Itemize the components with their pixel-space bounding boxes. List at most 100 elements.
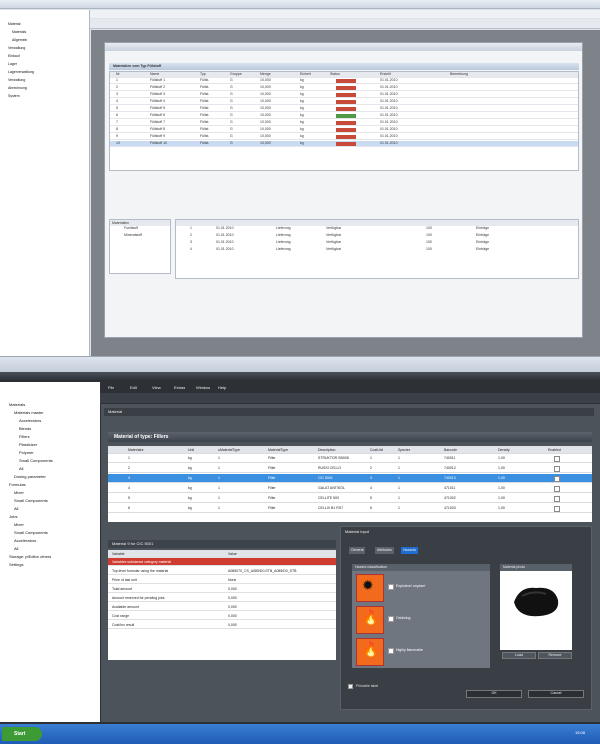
table-row[interactable]: 8 Füllstoff 8 Füllst. G 10,000 kg 01.01.2010 bbox=[110, 127, 578, 133]
tree-item[interactable]: Jobs bbox=[9, 514, 17, 519]
ok-button[interactable]: OK bbox=[466, 690, 522, 698]
tree-item[interactable]: Verwaltung bbox=[8, 46, 25, 50]
grid-column-header[interactable]: uMaterialType bbox=[218, 448, 240, 452]
cancel-button[interactable]: Cancel bbox=[528, 690, 584, 698]
property-row[interactable]: Cost range 0,000 bbox=[108, 612, 336, 620]
menu-item[interactable]: View bbox=[152, 385, 161, 390]
tree-item[interactable]: Materials master bbox=[14, 410, 44, 415]
tree-item[interactable]: Lagerverwaltung bbox=[8, 70, 34, 74]
start-button[interactable]: Start bbox=[2, 727, 42, 741]
grid-column-header[interactable]: Name bbox=[150, 72, 159, 76]
table-row[interactable]: 4 01.01.2010 Lieferung Verfügbar 100 Einträge bbox=[176, 247, 578, 253]
tree-item[interactable]: Mixer bbox=[14, 522, 24, 527]
table-row[interactable]: 2 Füllstoff 2 Füllst. G 10,000 kg 01.01.2010 bbox=[110, 85, 578, 91]
tree-item[interactable]: All bbox=[14, 546, 18, 551]
grid-column-header[interactable]: Variable bbox=[112, 552, 125, 556]
property-row[interactable]: Variables substance category material bbox=[108, 558, 336, 566]
table-row[interactable]: 3 Füllstoff 3 Füllst. G 10,000 kg 01.01.2010 bbox=[110, 92, 578, 98]
tree-item[interactable]: Verwaltung bbox=[8, 78, 25, 82]
tree-item[interactable]: Materials bbox=[12, 30, 26, 34]
grid-column-header[interactable]: Materialnr. bbox=[128, 448, 144, 452]
table-row[interactable]: 1 01.01.2010 Lieferung Verfügbar 100 Einträge bbox=[176, 226, 578, 232]
list-item[interactable]: Mineralstoff bbox=[110, 233, 170, 239]
tree-item[interactable]: Storage: ptEditor others bbox=[9, 554, 51, 559]
table-row[interactable]: 10 Füllstoff 10 Füllst. G 10,000 kg 01.01.2010 bbox=[110, 141, 578, 147]
grid-column-header[interactable]: Density bbox=[498, 448, 510, 452]
property-row[interactable]: Price of last unit None bbox=[108, 576, 336, 584]
load-photo-button[interactable]: Load bbox=[502, 652, 536, 659]
tree-item[interactable]: Accelerators bbox=[14, 538, 36, 543]
grid-column-header[interactable]: Barcode bbox=[444, 448, 457, 452]
table-row[interactable]: 9 Füllstoff 9 Füllst. G 10,000 kg 01.01.2010 bbox=[110, 134, 578, 140]
grid-column-header[interactable]: Unit bbox=[188, 448, 194, 452]
tree-item[interactable]: Material bbox=[8, 22, 20, 26]
grid-column-header[interactable]: Species bbox=[398, 448, 410, 452]
tree-item[interactable]: Fillers bbox=[19, 434, 30, 439]
tree-item[interactable]: All bbox=[19, 466, 23, 471]
table-row[interactable]: 2 kg 1 Filler RUSSI CELLO 2 1 740012 1,00 bbox=[108, 464, 592, 473]
grid-column-header[interactable]: Typ bbox=[200, 72, 206, 76]
enabled-checkbox[interactable] bbox=[554, 456, 560, 462]
tree-item[interactable]: Lager bbox=[8, 62, 17, 66]
tree-item[interactable]: Dosing parameter bbox=[14, 474, 46, 479]
tree-item[interactable]: Polymer bbox=[19, 450, 34, 455]
table-row[interactable]: 4 kg 1 Filler GALAT ANTISOL 4 1 471011 1,00 bbox=[108, 484, 592, 493]
enabled-checkbox[interactable] bbox=[554, 496, 560, 502]
table-row[interactable]: 5 kg 1 Filler CELLITE 500 5 1 471002 1,00 bbox=[108, 494, 592, 503]
grid-column-header[interactable]: Erstellt bbox=[380, 72, 391, 76]
tree-item[interactable]: All bbox=[14, 506, 18, 511]
tree-item[interactable]: Abrechnung bbox=[8, 86, 27, 90]
list-item[interactable]: Fuellstoff bbox=[110, 226, 170, 232]
menu-item[interactable]: File bbox=[108, 385, 114, 390]
hazard-checkbox[interactable] bbox=[388, 584, 394, 590]
grid-column-header[interactable]: Description bbox=[318, 448, 336, 452]
tree-item[interactable]: Einkauf bbox=[8, 54, 20, 58]
enabled-checkbox[interactable] bbox=[554, 506, 560, 512]
menu-item[interactable]: Help bbox=[218, 385, 226, 390]
enabled-checkbox[interactable] bbox=[554, 476, 560, 482]
property-row[interactable]: Amount reserved for pending jobs 0,000 bbox=[108, 594, 336, 602]
table-row[interactable]: 1 Füllstoff 1 Füllst. G 10,000 kg 01.01.2010 bbox=[110, 78, 578, 84]
table-row[interactable]: 6 Füllstoff 6 Füllst. G 10,000 kg 01.01.2010 bbox=[110, 113, 578, 119]
tree-item[interactable]: System bbox=[8, 94, 20, 98]
grid-column-header[interactable]: Einheit bbox=[300, 72, 311, 76]
tree-item[interactable]: Formulas bbox=[9, 482, 26, 487]
table-row[interactable]: 7 Füllstoff 7 Füllst. G 10,000 kg 01.01.2010 bbox=[110, 120, 578, 126]
tab-attributes[interactable]: Attributes bbox=[375, 547, 394, 554]
menu-item[interactable]: Window bbox=[196, 385, 210, 390]
enabled-checkbox[interactable] bbox=[554, 486, 560, 492]
tree-item[interactable]: Small Components bbox=[14, 530, 48, 535]
grid-column-header[interactable]: Bemerkung bbox=[450, 72, 468, 76]
tree-item[interactable]: Small Components bbox=[19, 458, 53, 463]
tab-general[interactable]: General bbox=[349, 547, 366, 554]
grid-column-header[interactable]: Value bbox=[228, 552, 237, 556]
tree-item[interactable]: Materials bbox=[9, 402, 25, 407]
table-row[interactable]: 6 kg 1 Filler CELLIX B1 RS7 6 1 471003 1,00 bbox=[108, 504, 592, 513]
tree-item[interactable]: Allgemein bbox=[12, 38, 27, 42]
property-row[interactable]: Top level formular using the material A08… bbox=[108, 567, 336, 575]
tree-item[interactable]: Plasticizer bbox=[19, 442, 37, 447]
tree-item[interactable]: Blends bbox=[19, 426, 31, 431]
grid-column-header[interactable]: CostUnit bbox=[370, 448, 383, 452]
grid-column-header[interactable]: Gruppe bbox=[230, 72, 242, 76]
hazard-checkbox[interactable] bbox=[388, 616, 394, 622]
tree-item[interactable]: Mixer bbox=[14, 490, 24, 495]
enabled-checkbox[interactable] bbox=[554, 466, 560, 472]
tab-hazards[interactable]: Hazards bbox=[401, 547, 419, 554]
property-row[interactable]: Available amount 0,000 bbox=[108, 603, 336, 611]
menu-item[interactable]: Edit bbox=[130, 385, 137, 390]
menu-item[interactable]: Extras bbox=[174, 385, 185, 390]
printable-label-checkbox[interactable] bbox=[348, 684, 353, 689]
remove-photo-button[interactable]: Remove bbox=[538, 652, 572, 659]
grid-column-header[interactable]: Status bbox=[330, 72, 340, 76]
table-row[interactable]: 2 01.01.2010 Lieferung Verfügbar 100 Einträge bbox=[176, 233, 578, 239]
grid-column-header[interactable]: MaterialType bbox=[268, 448, 288, 452]
grid-column-header[interactable]: Enabled bbox=[548, 448, 561, 452]
table-row[interactable]: 1 kg 1 Filler STRUKTOR SB008 1 1 740011 1,00 bbox=[108, 454, 592, 463]
tree-item[interactable]: Settings bbox=[9, 562, 23, 567]
table-row[interactable]: 4 Füllstoff 4 Füllst. G 10,000 kg 01.01.2010 bbox=[110, 99, 578, 105]
property-row[interactable]: Cost/Inc result 0,000 bbox=[108, 621, 336, 629]
tree-item[interactable]: Small Components bbox=[14, 498, 48, 503]
table-row[interactable]: 5 Füllstoff 5 Füllst. G 10,000 kg 01.01.2010 bbox=[110, 106, 578, 112]
tree-item[interactable]: Accelerators bbox=[19, 418, 41, 423]
